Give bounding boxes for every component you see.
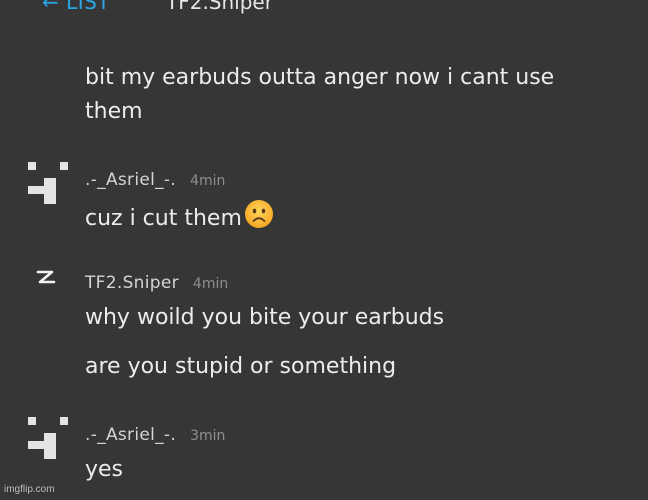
author-name[interactable]: .-_Asriel_-. [85,425,176,445]
message-text: bit my earbuds outta anger now i cant us… [85,65,555,90]
author-name[interactable]: TF2.Sniper [85,273,179,293]
message-header: TF2.Sniper 4min [85,273,228,293]
chat-title: TF2.Sniper [166,0,273,14]
message-text: yes [85,457,124,482]
back-to-list-link[interactable]: ← LIST [42,0,110,14]
message-text: them [85,99,143,124]
message-text: cuz i cut them [85,199,274,239]
message-header: .-_Asriel_-. 3min [85,425,225,445]
lightning-logo-icon [36,270,56,284]
message-text: are you stupid or something [85,354,397,379]
watermark: imgflip.com [4,484,55,495]
message-timestamp: 4min [192,276,229,292]
chat-header: ← LIST TF2.Sniper [0,0,648,16]
message-text: why woild you bite your earbuds [85,305,445,330]
user-avatar[interactable] [24,417,72,465]
frowning-face-icon [244,199,274,239]
message-text-content: cuz i cut them [85,206,242,231]
pixel-avatar-icon [28,162,68,204]
message-timestamp: 3min [190,428,226,444]
user-avatar[interactable] [24,162,72,210]
message-timestamp: 4min [190,173,226,189]
message-header: .-_Asriel_-. 4min [85,170,225,190]
user-avatar[interactable] [34,268,60,290]
author-name[interactable]: .-_Asriel_-. [85,170,176,190]
pixel-avatar-icon [28,417,68,459]
